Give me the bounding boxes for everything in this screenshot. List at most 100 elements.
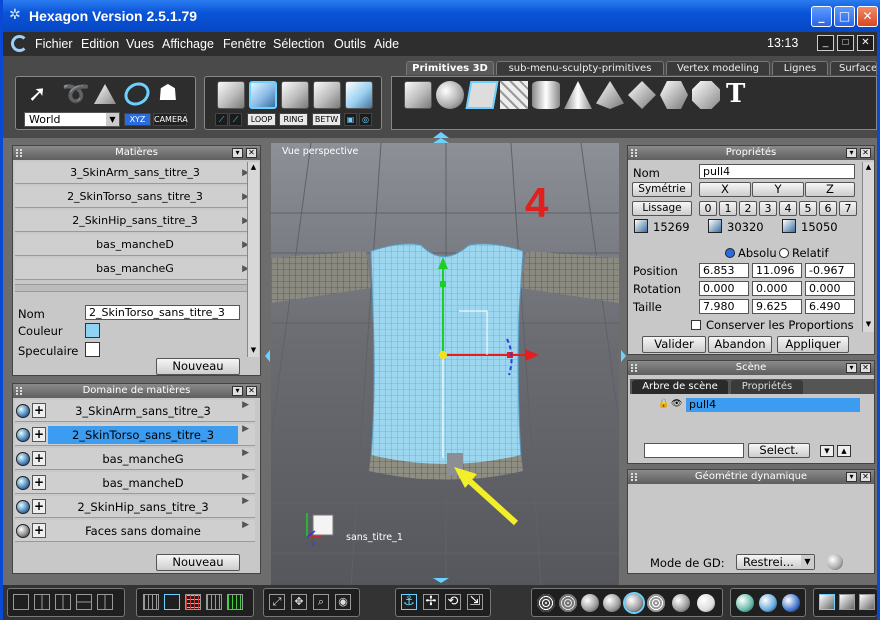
cube-primitive-icon[interactable] bbox=[404, 81, 432, 109]
object-name-field[interactable]: pull4 bbox=[699, 164, 855, 179]
tab-lignes[interactable]: Lignes bbox=[772, 61, 828, 75]
material-sphere-b-icon[interactable] bbox=[759, 594, 777, 612]
panel-menu-icon[interactable]: ▾ bbox=[232, 386, 243, 396]
tab-surface[interactable]: Surface bbox=[830, 61, 877, 75]
grip-icon[interactable] bbox=[631, 473, 637, 481]
scroll-up-icon[interactable]: ▲ bbox=[249, 163, 258, 172]
valider-button[interactable]: Valider bbox=[642, 336, 706, 353]
transform-value-field[interactable]: 9.625 bbox=[752, 299, 802, 314]
plane-primitive-icon[interactable] bbox=[465, 81, 499, 109]
scroll-down-icon[interactable]: ▼ bbox=[864, 320, 873, 329]
lissage-level-button[interactable]: 1 bbox=[719, 201, 737, 216]
transform-value-field[interactable]: 0.000 bbox=[805, 281, 855, 296]
hexagon-menu-icon[interactable] bbox=[11, 35, 28, 52]
splitter[interactable] bbox=[15, 284, 255, 292]
grip-icon[interactable] bbox=[631, 364, 637, 372]
scale-tool-icon[interactable]: ⇲ bbox=[467, 594, 483, 610]
edge-mode-icon[interactable] bbox=[281, 81, 309, 109]
menu-outils[interactable]: Outils bbox=[334, 37, 366, 51]
universal-manipulator-icon[interactable]: ⚓ bbox=[401, 594, 417, 610]
bottom-viewport-arrow-icon[interactable] bbox=[433, 578, 449, 583]
material-item[interactable]: bas_mancheG ▶ bbox=[15, 258, 255, 280]
layout-vertical-icon[interactable] bbox=[97, 594, 113, 610]
sphere-primitive-icon[interactable] bbox=[436, 81, 464, 109]
grid-primitive-icon[interactable] bbox=[500, 81, 528, 109]
grip-icon[interactable] bbox=[16, 387, 22, 395]
cylinder-primitive-icon[interactable] bbox=[532, 81, 560, 109]
domain-item[interactable]: +2_SkinHip_sans_titre_3 ▶ bbox=[15, 496, 255, 518]
move-up-icon[interactable]: ▲ bbox=[837, 445, 851, 457]
material-sphere-a-icon[interactable] bbox=[736, 594, 754, 612]
transform-value-field[interactable]: -0.967 bbox=[805, 263, 855, 278]
material-item[interactable]: 3_SkinArm_sans_titre_3 ▶ bbox=[15, 162, 255, 184]
doc-minimize-button[interactable]: _ bbox=[817, 35, 834, 51]
cube-light-icon[interactable] bbox=[839, 594, 855, 610]
transform-value-field[interactable]: 6.490 bbox=[805, 299, 855, 314]
dodecahedron-primitive-icon[interactable] bbox=[660, 81, 688, 109]
grid-2-icon[interactable] bbox=[206, 594, 222, 610]
scroll-up-icon[interactable]: ▲ bbox=[864, 163, 873, 172]
lasso-icon[interactable]: ➰ bbox=[62, 82, 89, 107]
lissage-button[interactable]: Lissage bbox=[632, 201, 692, 216]
world-dropdown[interactable]: World ▼ bbox=[24, 112, 120, 127]
appliquer-button[interactable]: Appliquer bbox=[777, 336, 849, 353]
symetrie-button[interactable]: Symétrie bbox=[632, 182, 692, 197]
panel-menu-icon[interactable]: ▾ bbox=[232, 148, 243, 158]
object-mode-icon[interactable] bbox=[217, 81, 245, 109]
move-tool-icon[interactable]: ✢ bbox=[423, 594, 439, 610]
right-panel-collapse-icon[interactable] bbox=[621, 350, 626, 362]
smooth-sphere-icon[interactable] bbox=[603, 594, 621, 612]
menu-affichage[interactable]: Affichage bbox=[162, 37, 214, 51]
scene-item-pull4[interactable]: pull4 bbox=[686, 398, 860, 412]
gd-sphere-icon[interactable] bbox=[827, 554, 843, 570]
lock-icon[interactable]: 🔒 bbox=[658, 399, 669, 409]
doc-close-button[interactable]: ✕ bbox=[857, 35, 874, 51]
ghost-icon[interactable]: ☗ bbox=[158, 81, 178, 106]
y-scale-handle[interactable] bbox=[440, 281, 446, 287]
xyz-button[interactable]: XYZ bbox=[124, 113, 151, 126]
select-button[interactable]: Select. bbox=[748, 443, 810, 458]
mode-gd-dropdown[interactable]: Restrei... ▼ bbox=[736, 554, 815, 570]
textured-sphere-icon[interactable] bbox=[647, 594, 665, 612]
camera-button[interactable]: CAMERA bbox=[153, 113, 188, 126]
select-face-icon[interactable] bbox=[94, 84, 116, 104]
tab-scene-properties[interactable]: Propriétés bbox=[731, 380, 803, 394]
panel-close-icon[interactable]: ✕ bbox=[860, 148, 871, 158]
x-arrow-icon[interactable] bbox=[525, 349, 539, 361]
grip-icon[interactable] bbox=[631, 149, 637, 157]
eye-view-icon[interactable]: ◉ bbox=[335, 594, 351, 610]
ring-button[interactable]: RING bbox=[279, 113, 308, 126]
octahedron-primitive-icon[interactable] bbox=[628, 81, 656, 109]
zoom-extents-icon[interactable]: ⤢ bbox=[269, 594, 285, 610]
menu-aide[interactable]: Aide bbox=[374, 37, 399, 51]
relatif-radio[interactable] bbox=[779, 248, 789, 258]
magic-wand-icon[interactable]: ⟋ bbox=[229, 113, 242, 126]
maximize-window-button[interactable]: □ bbox=[834, 6, 855, 27]
panel-menu-icon[interactable]: ▾ bbox=[846, 472, 857, 482]
panel-close-icon[interactable]: ✕ bbox=[860, 472, 871, 482]
wireframe-sphere-icon[interactable] bbox=[537, 594, 555, 612]
lissage-level-button[interactable]: 6 bbox=[819, 201, 837, 216]
domain-item[interactable]: + bas_mancheG ▶ bbox=[15, 448, 255, 470]
layout-horizontal-icon[interactable] bbox=[76, 594, 92, 610]
symmetry-x-button[interactable]: X bbox=[699, 182, 751, 197]
keep-proportions-checkbox[interactable] bbox=[691, 320, 701, 330]
layout-quad-icon[interactable] bbox=[34, 594, 50, 610]
brush-icon[interactable]: ⟋ bbox=[215, 113, 228, 126]
material-item[interactable]: bas_mancheD ▶ bbox=[15, 234, 255, 256]
symmetry-y-button[interactable]: Y bbox=[752, 182, 804, 197]
panel-close-icon[interactable]: ✕ bbox=[246, 386, 257, 396]
layout-single-icon[interactable] bbox=[13, 594, 29, 610]
cone-primitive-icon[interactable] bbox=[564, 81, 592, 109]
domain-item[interactable]: +3_SkinArm_sans_titre_3 ▶ bbox=[15, 400, 255, 422]
tab-vertex-modeling[interactable]: Vertex modeling bbox=[666, 61, 770, 75]
lissage-level-button[interactable]: 5 bbox=[799, 201, 817, 216]
render-cube-icon[interactable] bbox=[819, 594, 835, 610]
material-name-field[interactable]: 2_SkinTorso_sans_titre_3 bbox=[85, 305, 240, 320]
lissage-level-button[interactable]: 4 bbox=[779, 201, 797, 216]
transform-value-field[interactable]: 7.980 bbox=[699, 299, 749, 314]
lissage-level-button[interactable]: 3 bbox=[759, 201, 777, 216]
smooth-wire-sphere-icon[interactable] bbox=[625, 594, 643, 612]
properties-scrollbar[interactable]: ▲ ▼ bbox=[862, 162, 874, 332]
menu-fichier[interactable]: Fichier bbox=[35, 37, 73, 51]
